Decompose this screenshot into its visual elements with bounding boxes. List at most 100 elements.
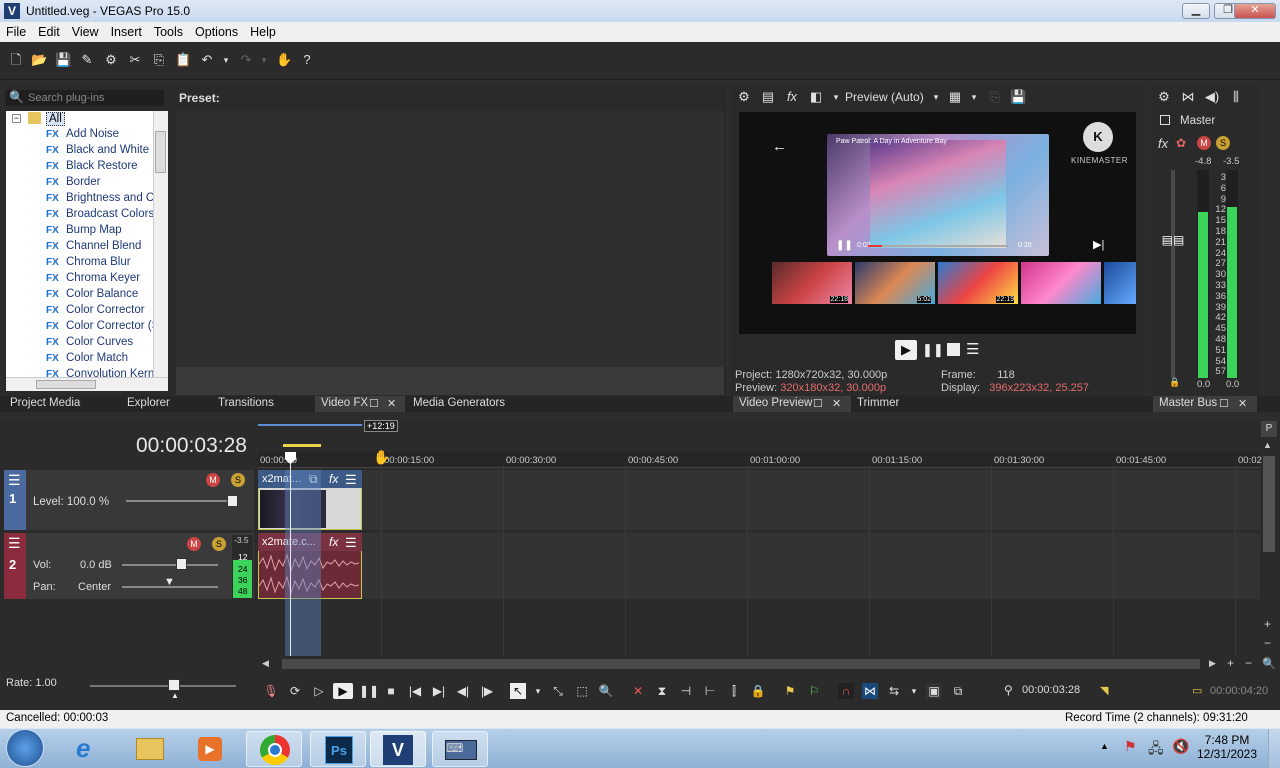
- master-fader-handle[interactable]: ▤▤: [1161, 234, 1185, 246]
- photoshop-taskbar-icon[interactable]: Ps: [310, 731, 366, 767]
- plugin-item[interactable]: FX Chroma Keyer: [46, 272, 140, 288]
- audio-track-row[interactable]: [258, 533, 1260, 599]
- menu-file[interactable]: File: [0, 22, 32, 39]
- master-fx-icon[interactable]: fx: [1158, 136, 1168, 151]
- collapse-icon[interactable]: −: [12, 114, 21, 123]
- overlays-dropdown-icon[interactable]: ▾: [966, 89, 982, 105]
- clip-fx-icon[interactable]: fx: [329, 472, 338, 486]
- undo-icon[interactable]: ↶: [199, 52, 215, 68]
- menu-help[interactable]: Help: [244, 22, 282, 39]
- undock-icon[interactable]: ☐: [813, 397, 823, 410]
- previous-frame-icon[interactable]: ◀|: [455, 683, 471, 699]
- menu-edit[interactable]: Edit: [32, 22, 66, 39]
- open-folder-icon[interactable]: 📂: [31, 52, 47, 68]
- plugin-tree[interactable]: − All FX Add Noise FX Black and White FX Bl…: [6, 111, 153, 377]
- undock-icon[interactable]: ☐: [369, 397, 379, 410]
- keyboard-app-taskbar-icon[interactable]: ⌨: [432, 731, 488, 767]
- show-desktop-button[interactable]: [1268, 729, 1280, 768]
- video-track-row[interactable]: [258, 470, 1260, 530]
- mute-icon[interactable]: M: [206, 473, 220, 487]
- preview-quality-dropdown-icon[interactable]: ▾: [928, 89, 944, 105]
- lock-envelopes-icon[interactable]: 🔒: [750, 683, 766, 699]
- plugin-item[interactable]: FX Color Curves: [46, 336, 133, 352]
- vol-slider-track[interactable]: [122, 564, 218, 566]
- pause-button[interactable]: ❚❚: [359, 683, 379, 699]
- plugin-item[interactable]: FX Border: [46, 176, 101, 192]
- loop-region-bar[interactable]: [258, 424, 362, 426]
- enable-snapping-icon[interactable]: ✋: [276, 52, 292, 68]
- tab-trimmer[interactable]: Trimmer: [851, 396, 939, 412]
- zoom-tool-icon[interactable]: 🔍: [1262, 657, 1276, 670]
- mixer-faders-icon[interactable]: ⫼: [1228, 89, 1244, 105]
- level-slider-track[interactable]: [126, 500, 238, 502]
- rate-slider-handle[interactable]: [168, 679, 180, 691]
- plugin-item[interactable]: FX Black and White: [46, 144, 149, 160]
- close-tab-icon[interactable]: ✕: [832, 397, 841, 410]
- play-button[interactable]: ▶: [333, 683, 353, 699]
- paste-icon[interactable]: 📋: [175, 52, 191, 68]
- new-file-icon[interactable]: 🗋: [8, 52, 24, 68]
- tab-transitions[interactable]: Transitions: [212, 396, 312, 412]
- volume-muted-icon[interactable]: 🔇: [1172, 738, 1189, 755]
- action-center-icon[interactable]: ⚑: [1124, 738, 1137, 755]
- solo-icon[interactable]: S: [231, 473, 245, 487]
- vegas-app-icon[interactable]: V: [4, 3, 20, 19]
- cut-icon[interactable]: ✂: [127, 52, 143, 68]
- zoom-in-icon[interactable]: +: [1264, 617, 1271, 631]
- close-tab-icon[interactable]: ✕: [387, 397, 396, 410]
- scroll-right-icon[interactable]: ▶: [1209, 658, 1216, 669]
- hscroll-thumb[interactable]: [282, 659, 1200, 669]
- save-as-icon[interactable]: ✎: [79, 52, 95, 68]
- preview-menu-icon[interactable]: ☰: [966, 340, 979, 360]
- plugin-tree-hscrollbar[interactable]: [6, 377, 168, 391]
- enable-snapping-icon[interactable]: ∩: [838, 683, 854, 699]
- plugin-item[interactable]: FX Color Balance: [46, 288, 138, 304]
- tab-explorer[interactable]: Explorer: [121, 396, 211, 412]
- menu-options[interactable]: Options: [189, 22, 244, 39]
- undo-dropdown-icon[interactable]: ▾: [218, 52, 234, 68]
- cursor-position[interactable]: 00:00:03:28: [1022, 684, 1080, 696]
- plugin-item[interactable]: FX Convolution Kerne: [46, 368, 153, 377]
- show-hidden-icons[interactable]: ▲: [1100, 741, 1109, 751]
- track-menu-icon[interactable]: ☰: [8, 472, 21, 489]
- plugin-tree-vscrollbar[interactable]: [153, 111, 168, 377]
- edit-tool-dropdown-icon[interactable]: ▾: [530, 683, 546, 699]
- tab-media-generators[interactable]: Media Generators: [407, 396, 541, 412]
- scroll-up-icon[interactable]: ▲: [1263, 440, 1272, 450]
- selection-tool-icon[interactable]: ⬚: [574, 683, 590, 699]
- plugin-item[interactable]: FX Channel Blend: [46, 240, 141, 256]
- start-button-icon[interactable]: [6, 729, 44, 767]
- search-plugins-input[interactable]: Search plug-ins: [6, 90, 164, 106]
- selection-markers[interactable]: [283, 444, 321, 452]
- mute-icon[interactable]: M: [1197, 136, 1211, 150]
- plugin-item[interactable]: FX Black Restore: [46, 160, 138, 176]
- minimize-button[interactable]: ▁: [1182, 3, 1210, 19]
- auto-crossfades-icon[interactable]: ⋈: [862, 683, 878, 699]
- scroll-thumb[interactable]: [155, 131, 166, 173]
- menu-view[interactable]: View: [66, 22, 105, 39]
- preview-settings-gear-icon[interactable]: ⚙: [736, 89, 752, 105]
- properties-gear-icon[interactable]: ⚙: [103, 52, 119, 68]
- normal-edit-tool-icon[interactable]: ↖: [510, 683, 526, 699]
- zoom-in-icon[interactable]: +: [1227, 656, 1234, 670]
- insert-region-icon[interactable]: ⚐: [806, 683, 822, 699]
- copy-snapshot-icon[interactable]: ⎘: [987, 89, 1003, 105]
- split-dropdown-icon[interactable]: ▾: [828, 89, 844, 105]
- ignore-grouping-icon[interactable]: ⧉: [950, 683, 966, 699]
- save-snapshot-icon[interactable]: 💾: [1010, 89, 1026, 105]
- zoom-out-icon[interactable]: −: [1245, 656, 1252, 670]
- plugin-item[interactable]: FX Brightness and Co: [46, 192, 153, 208]
- clip-fx-icon[interactable]: fx: [329, 535, 338, 549]
- playhead-cursor[interactable]: [290, 455, 291, 656]
- rate-slider-track[interactable]: [90, 685, 236, 687]
- zoom-edit-tool-icon[interactable]: 🔍: [598, 683, 614, 699]
- master-checkbox-icon[interactable]: [1160, 115, 1170, 125]
- scroll-left-icon[interactable]: ◀: [262, 658, 269, 669]
- trim-end-icon[interactable]: ⊢: [702, 683, 718, 699]
- stop-button[interactable]: ■: [383, 683, 399, 699]
- network-icon[interactable]: 🖧: [1148, 738, 1164, 762]
- scroll-thumb[interactable]: [36, 380, 96, 389]
- video-output-fx-icon[interactable]: fx: [784, 89, 800, 105]
- vegas-taskbar-icon[interactable]: V: [370, 731, 426, 767]
- loop-playback-icon[interactable]: ⟳: [287, 683, 303, 699]
